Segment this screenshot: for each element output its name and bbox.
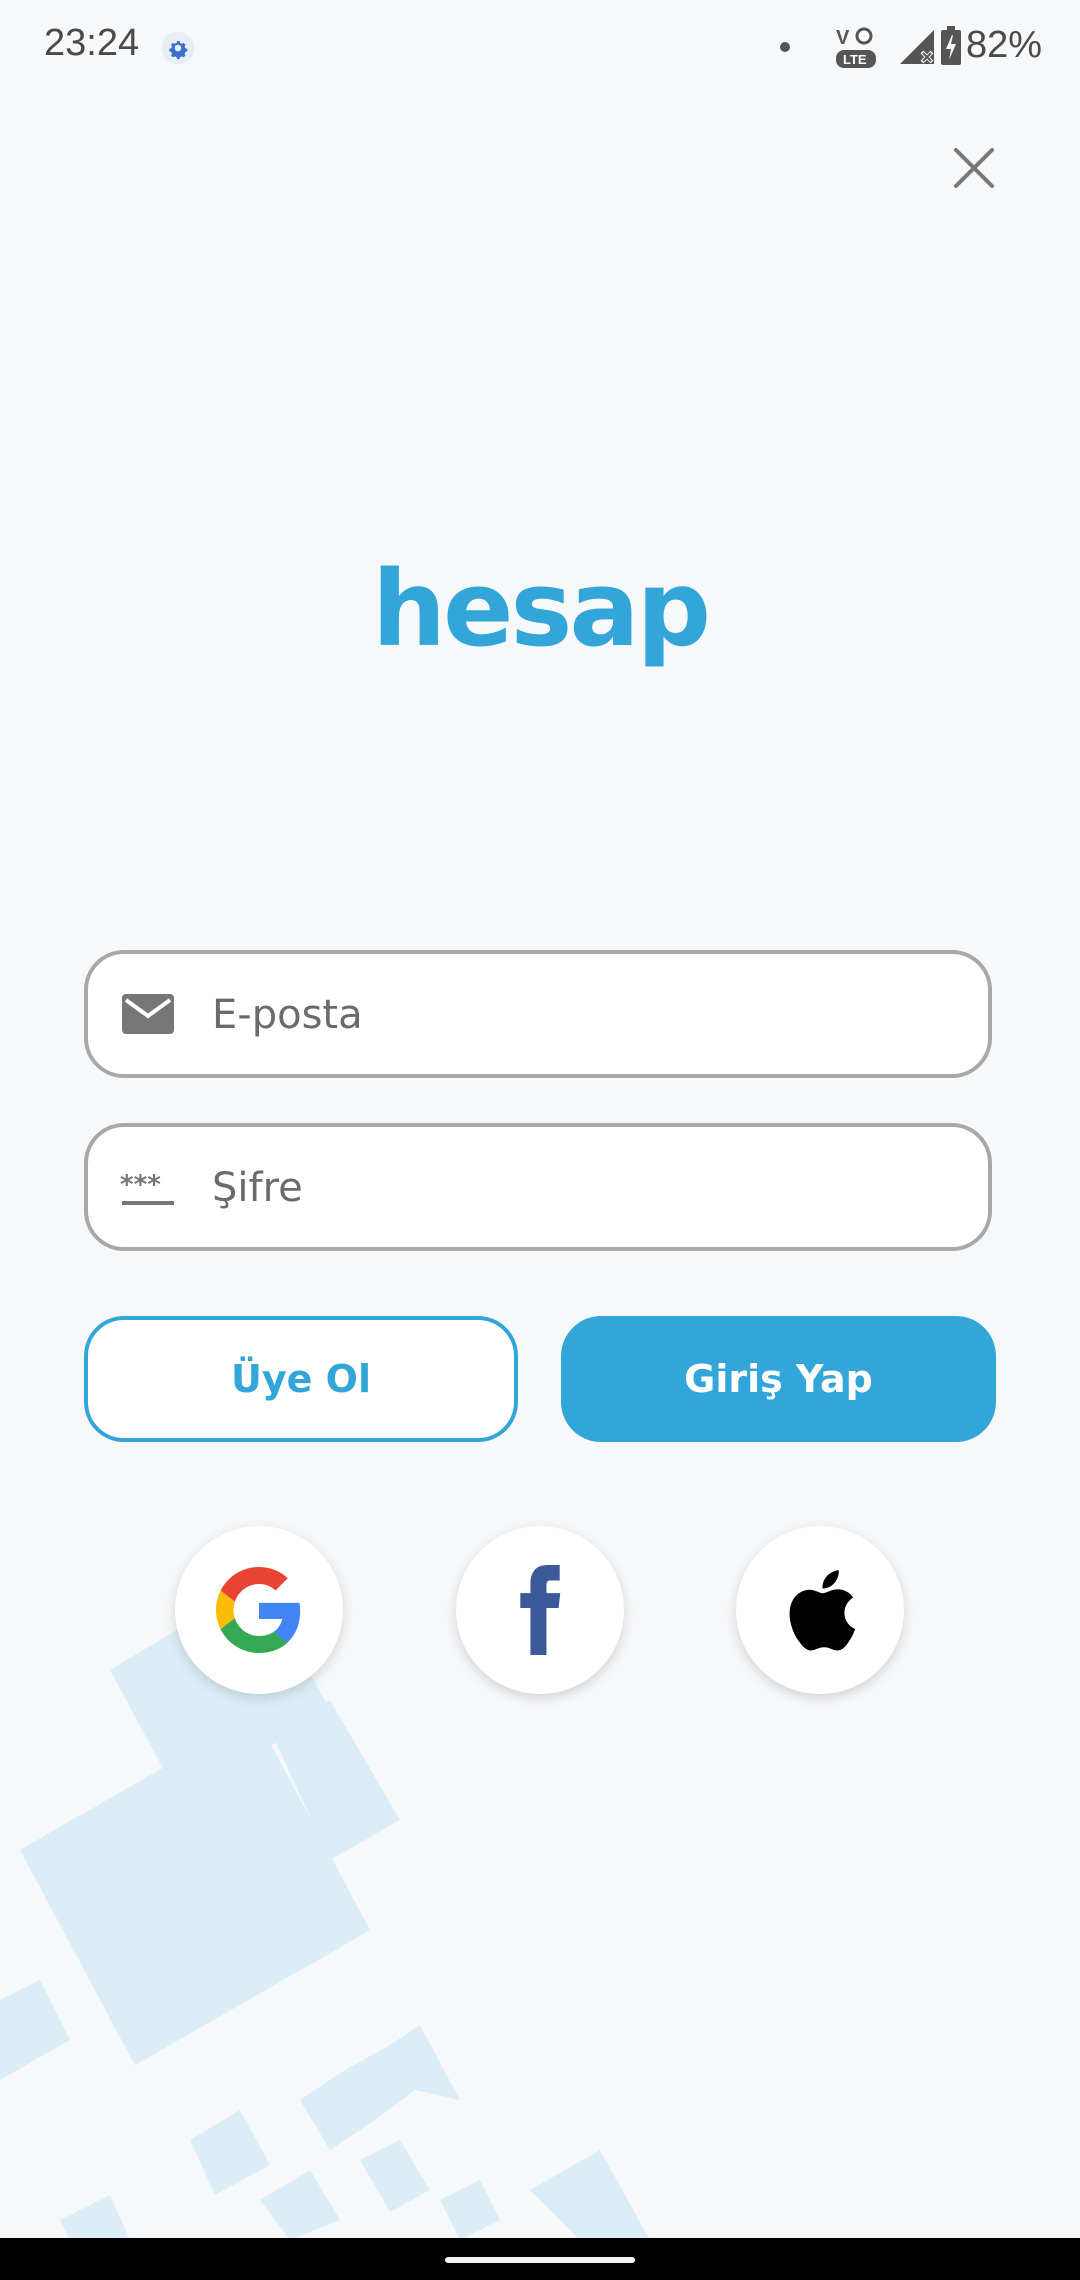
login-button[interactable]: Giriş Yap — [561, 1316, 996, 1442]
battery-percent: 82% — [966, 24, 1043, 66]
email-field[interactable] — [84, 950, 992, 1078]
signup-button[interactable]: Üye Ol — [84, 1316, 518, 1442]
google-icon — [216, 1567, 301, 1653]
navigation-bar — [0, 2238, 1080, 2280]
facebook-login-button[interactable] — [456, 1526, 624, 1694]
apple-icon — [789, 1570, 856, 1651]
svg-text:V: V — [836, 27, 850, 49]
login-screen: 23:24 V LTE 82% hesap E-posta *** Üye Ol… — [0, 0, 1080, 2280]
notification-dot-icon — [780, 42, 790, 52]
volte-icon: V LTE — [836, 27, 876, 68]
status-time: 23:24 — [44, 22, 140, 64]
signal-icon — [900, 30, 934, 64]
google-login-button[interactable] — [175, 1526, 343, 1694]
svg-text:LTE: LTE — [843, 52, 867, 67]
status-bar: 23:24 V LTE 82% — [0, 0, 1080, 96]
app-logo: hesap — [371, 548, 711, 670]
battery-charging-icon — [941, 26, 961, 65]
asterisk-password-icon: *** — [120, 1170, 174, 1205]
close-icon[interactable] — [944, 138, 1004, 198]
envelope-icon — [122, 994, 174, 1034]
home-gesture-handle[interactable] — [445, 2257, 635, 2263]
facebook-icon — [520, 1565, 561, 1655]
password-input[interactable] — [210, 1127, 974, 1249]
apple-login-button[interactable] — [736, 1526, 904, 1694]
settings-gear-icon — [161, 31, 195, 65]
password-field[interactable]: *** — [84, 1123, 992, 1251]
svg-text:***: *** — [120, 1170, 161, 1200]
email-input[interactable] — [210, 954, 974, 1076]
